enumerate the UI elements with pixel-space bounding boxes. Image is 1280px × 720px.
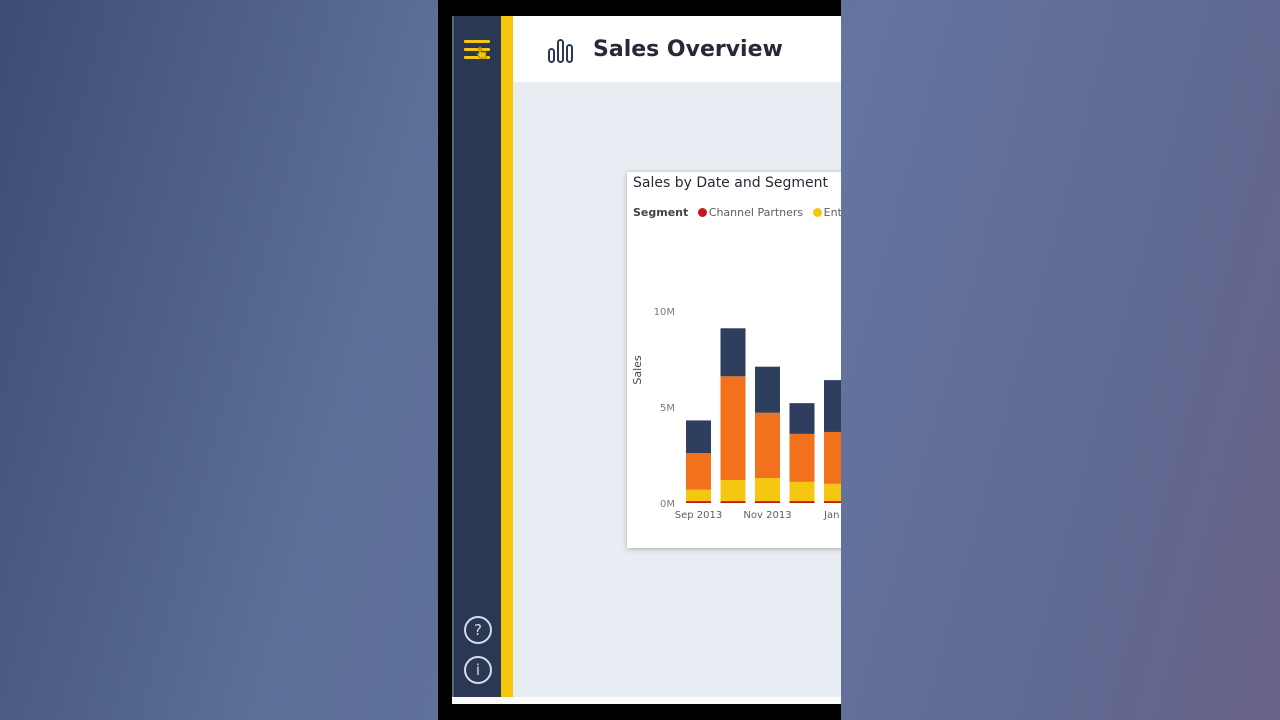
bar-segment (755, 478, 780, 502)
bar-segment (824, 380, 841, 432)
x-tick-label: Sep 2013 (675, 510, 722, 521)
bar-segment (686, 420, 711, 454)
video-frame: ? i Sales Overview Sales by Date and Seg… (438, 0, 841, 720)
report-app: ? i Sales Overview Sales by Date and Seg… (452, 16, 841, 704)
y-tick-label: 0M (660, 499, 675, 510)
x-tick-label: Nov 2013 (743, 510, 791, 521)
page-title: Sales Overview (593, 37, 783, 62)
bar-segment (789, 481, 815, 502)
bar-segment (824, 431, 841, 484)
accent-bar (501, 16, 513, 697)
bar-segment (686, 489, 711, 502)
y-tick-label: 10M (654, 307, 675, 318)
bar-segment (789, 433, 815, 482)
hand-cursor-icon (476, 46, 487, 59)
bar-segment (755, 412, 780, 479)
y-axis-label: Sales (631, 355, 644, 385)
question-circle-icon[interactable]: ? (464, 616, 492, 644)
bar-segment (789, 501, 815, 503)
x-tick-label: Jan 2 (823, 510, 841, 521)
bar-segment (720, 328, 746, 377)
bar-segment (789, 403, 815, 434)
bar-segment (824, 483, 841, 502)
sidebar: ? i (452, 16, 501, 697)
bar-segment (755, 501, 780, 503)
page-header: Sales Overview (513, 16, 841, 82)
bar-segment (720, 501, 746, 503)
bar-segment (755, 366, 780, 413)
bottom-strip (452, 697, 841, 704)
y-tick-label: 5M (660, 403, 675, 414)
report-canvas: Sales by Date and Segment Segment Channe… (513, 82, 841, 697)
bar-chart-icon (548, 39, 573, 63)
bar-segment (720, 479, 746, 502)
bar-segment (686, 501, 711, 503)
chart-card[interactable]: Sales by Date and Segment Segment Channe… (627, 172, 841, 548)
chart-plot: 10M 5M 0M Sales Sep 2013 Nov 2013 Jan 2 (631, 307, 841, 521)
bar-segment (824, 501, 841, 503)
bar-segment (686, 453, 711, 490)
info-circle-icon[interactable]: i (464, 656, 492, 684)
bar-segment (720, 376, 746, 480)
